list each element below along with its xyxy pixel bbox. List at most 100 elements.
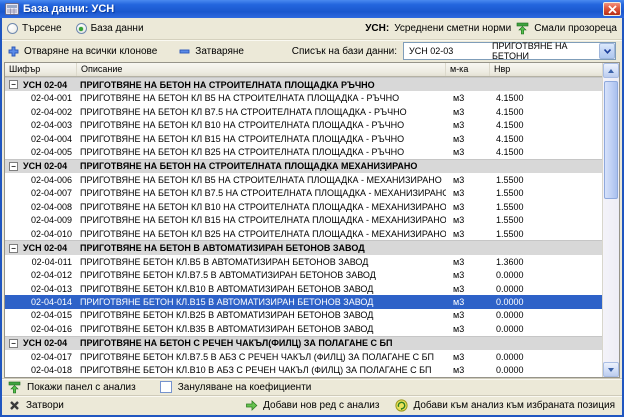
scroll-up-button[interactable] <box>603 63 619 78</box>
panel-bar: Покажи панел с анализ Зануляване на коеф… <box>2 378 622 395</box>
table-row[interactable]: 02-04-018ПРИГОТВЯНЕ БЕТОН КЛ.В10 В АБЗ С… <box>5 364 602 377</box>
row-description: ПРИГОТВЯНЕ НА БЕТОН КЛ В7.5 НА СТРОИТЕЛН… <box>77 187 446 200</box>
row-unit: м3 <box>446 132 490 145</box>
plus-icon <box>8 46 19 57</box>
minus-icon <box>179 46 190 57</box>
bottom-actions: Добави нов ред с анализ Добави към анали… <box>245 399 615 412</box>
table-row[interactable]: 02-04-003ПРИГОТВЯНЕ НА БЕТОН КЛ В10 НА С… <box>5 118 602 131</box>
open-all-label: Отваряне на всички клонове <box>24 46 157 57</box>
close-window-button[interactable]: Затвори <box>9 400 64 411</box>
row-unit: м3 <box>446 145 490 158</box>
row-unit: м3 <box>446 282 490 295</box>
row-description: ПРИГОТВЯНЕ БЕТОН КЛ.В35 В АВТОМАТИЗИРАН … <box>77 322 446 335</box>
scroll-down-button[interactable] <box>603 362 619 377</box>
group-unit-cell <box>446 337 490 350</box>
table-row[interactable]: 02-04-014ПРИГОТВЯНЕ БЕТОН КЛ.В15 В АВТОМ… <box>5 295 602 308</box>
app-icon <box>5 3 19 15</box>
group-code-cell: −УСН 02-04 <box>5 337 77 350</box>
row-unit: м3 <box>446 309 490 322</box>
combo-dropdown-button[interactable] <box>599 43 615 59</box>
scrollbar-track[interactable] <box>603 78 619 362</box>
scrollbar-thumb[interactable] <box>604 81 618 199</box>
row-code: 02-04-015 <box>5 309 77 322</box>
collapse-icon[interactable]: − <box>9 244 18 253</box>
add-row-label: Добави нов ред с анализ <box>263 400 379 411</box>
add-to-selected-button[interactable]: Добави към анализ към избраната позиция <box>395 399 615 412</box>
table-row[interactable]: 02-04-006ПРИГОТВЯНЕ НА БЕТОН КЛ В5 НА СТ… <box>5 173 602 186</box>
group-nvr-cell <box>490 160 602 173</box>
row-nvr: 1.5500 <box>490 214 602 227</box>
table-row[interactable]: 02-04-009ПРИГОТВЯНЕ НА БЕТОН КЛ В15 НА С… <box>5 214 602 227</box>
shrink-window-label[interactable]: Смали прозореца <box>534 23 617 34</box>
group-row[interactable]: −УСН 02-04ПРИГОТВЯНЕ НА БЕТОН НА СТРОИТЕ… <box>5 77 602 91</box>
table-row[interactable]: 02-04-016ПРИГОТВЯНЕ БЕТОН КЛ.В35 В АВТОМ… <box>5 322 602 335</box>
row-nvr: 0.0000 <box>490 350 602 363</box>
table-row[interactable]: 02-04-004ПРИГОТВЯНЕ НА БЕТОН КЛ В15 НА С… <box>5 132 602 145</box>
usn-abbr: УСН: <box>365 23 389 34</box>
row-description: ПРИГОТВЯНЕ НА БЕТОН КЛ В25 НА СТРОИТЕЛНА… <box>77 227 446 240</box>
db-list-label: Списък на бази данни: <box>292 46 397 57</box>
close-button[interactable] <box>603 2 621 16</box>
close-x-icon <box>9 400 20 411</box>
column-header-code[interactable]: Шифър <box>5 63 77 76</box>
row-code: 02-04-013 <box>5 282 77 295</box>
group-row[interactable]: −УСН 02-04ПРИГОТВЯНЕ НА БЕТОН С РЕЧЕН ЧА… <box>5 336 602 350</box>
show-panel-label[interactable]: Покажи панел с анализ <box>27 382 136 393</box>
show-panel-icon[interactable] <box>8 381 21 394</box>
row-description: ПРИГОТВЯНЕ БЕТОН КЛ.В15 В АВТОМАТИЗИРАН … <box>77 295 446 308</box>
row-unit: м3 <box>446 364 490 377</box>
group-code-cell: −УСН 02-04 <box>5 241 77 254</box>
row-description: ПРИГОТВЯНЕ НА БЕТОН КЛ В15 НА СТРОИТЕЛНА… <box>77 214 446 227</box>
table-row[interactable]: 02-04-013ПРИГОТВЯНЕ БЕТОН КЛ.В10 В АВТОМ… <box>5 282 602 295</box>
close-window-label: Затвори <box>26 400 64 411</box>
row-nvr: 0.0000 <box>490 309 602 322</box>
table-row[interactable]: 02-04-010ПРИГОТВЯНЕ НА БЕТОН КЛ В25 НА С… <box>5 227 602 240</box>
table-row[interactable]: 02-04-007ПРИГОТВЯНЕ НА БЕТОН КЛ В7.5 НА … <box>5 187 602 200</box>
collapse-icon[interactable]: − <box>9 80 18 89</box>
column-header-description[interactable]: Описание <box>77 63 446 76</box>
collapse-icon[interactable]: − <box>9 162 18 171</box>
row-unit: м3 <box>446 214 490 227</box>
row-code: 02-04-010 <box>5 227 77 240</box>
combo-selected-code: УСН 02-03 <box>404 46 492 56</box>
shrink-window-icon[interactable] <box>516 22 529 35</box>
circular-arrow-icon <box>395 399 408 412</box>
database-radio[interactable]: База данни <box>76 23 144 34</box>
vertical-scrollbar[interactable] <box>602 63 619 377</box>
group-row[interactable]: −УСН 02-04ПРИГОТВЯНЕ НА БЕТОН В АВТОМАТИ… <box>5 240 602 254</box>
row-unit: м3 <box>446 295 490 308</box>
close-branch-button[interactable]: Затваряне <box>179 46 244 57</box>
table-row[interactable]: 02-04-017ПРИГОТВЯНЕ БЕТОН КЛ.В7.5 В АБЗ … <box>5 350 602 363</box>
column-header-unit[interactable]: м-ка <box>446 63 490 76</box>
table-row[interactable]: 02-04-008ПРИГОТВЯНЕ НА БЕТОН КЛ В10 НА С… <box>5 200 602 213</box>
table-row[interactable]: 02-04-001ПРИГОТВЯНЕ НА БЕТОН КЛ В5 НА СТ… <box>5 91 602 104</box>
table-row[interactable]: 02-04-005ПРИГОТВЯНЕ НА БЕТОН КЛ В25 НА С… <box>5 145 602 158</box>
usn-full-label: Усреднени сметни норми <box>394 23 511 34</box>
open-all-branches-button[interactable]: Отваряне на всички клонове <box>8 46 157 57</box>
row-code: 02-04-017 <box>5 350 77 363</box>
row-code: 02-04-008 <box>5 200 77 213</box>
add-row-button[interactable]: Добави нов ред с анализ <box>245 399 379 412</box>
row-description: ПРИГОТВЯНЕ БЕТОН КЛ.В5 В АВТОМАТИЗИРАН Б… <box>77 255 446 268</box>
group-code: УСН 02-04 <box>23 80 67 90</box>
table-row[interactable]: 02-04-002ПРИГОТВЯНЕ НА БЕТОН КЛ В7.5 НА … <box>5 105 602 118</box>
row-nvr: 4.1500 <box>490 132 602 145</box>
norms-table: Шифър Описание м-ка Нвр −УСН 02-04ПРИГОТ… <box>4 62 620 378</box>
group-row[interactable]: −УСН 02-04ПРИГОТВЯНЕ НА БЕТОН НА СТРОИТЕ… <box>5 159 602 173</box>
table-row[interactable]: 02-04-011ПРИГОТВЯНЕ БЕТОН КЛ.В5 В АВТОМА… <box>5 255 602 268</box>
db-list-combobox[interactable]: УСН 02-03 ПРИГОТВЯНЕ НА БЕТОНИ <box>403 42 616 60</box>
row-nvr: 4.1500 <box>490 145 602 158</box>
collapse-icon[interactable]: − <box>9 339 18 348</box>
row-unit: м3 <box>446 105 490 118</box>
zero-coefficients-checkbox[interactable] <box>160 381 172 393</box>
group-unit-cell <box>446 241 490 254</box>
table-row[interactable]: 02-04-015ПРИГОТВЯНЕ БЕТОН КЛ.В25 В АВТОМ… <box>5 309 602 322</box>
row-code: 02-04-018 <box>5 364 77 377</box>
group-code-cell: −УСН 02-04 <box>5 160 77 173</box>
table-row[interactable]: 02-04-012ПРИГОТВЯНЕ БЕТОН КЛ.В7.5 В АВТО… <box>5 268 602 281</box>
row-code: 02-04-003 <box>5 118 77 131</box>
row-nvr: 0.0000 <box>490 268 602 281</box>
row-description: ПРИГОТВЯНЕ БЕТОН КЛ.В7.5 В АВТОМАТИЗИРАН… <box>77 268 446 281</box>
search-radio[interactable]: Търсене <box>7 23 62 34</box>
column-header-nvr[interactable]: Нвр <box>490 63 602 76</box>
